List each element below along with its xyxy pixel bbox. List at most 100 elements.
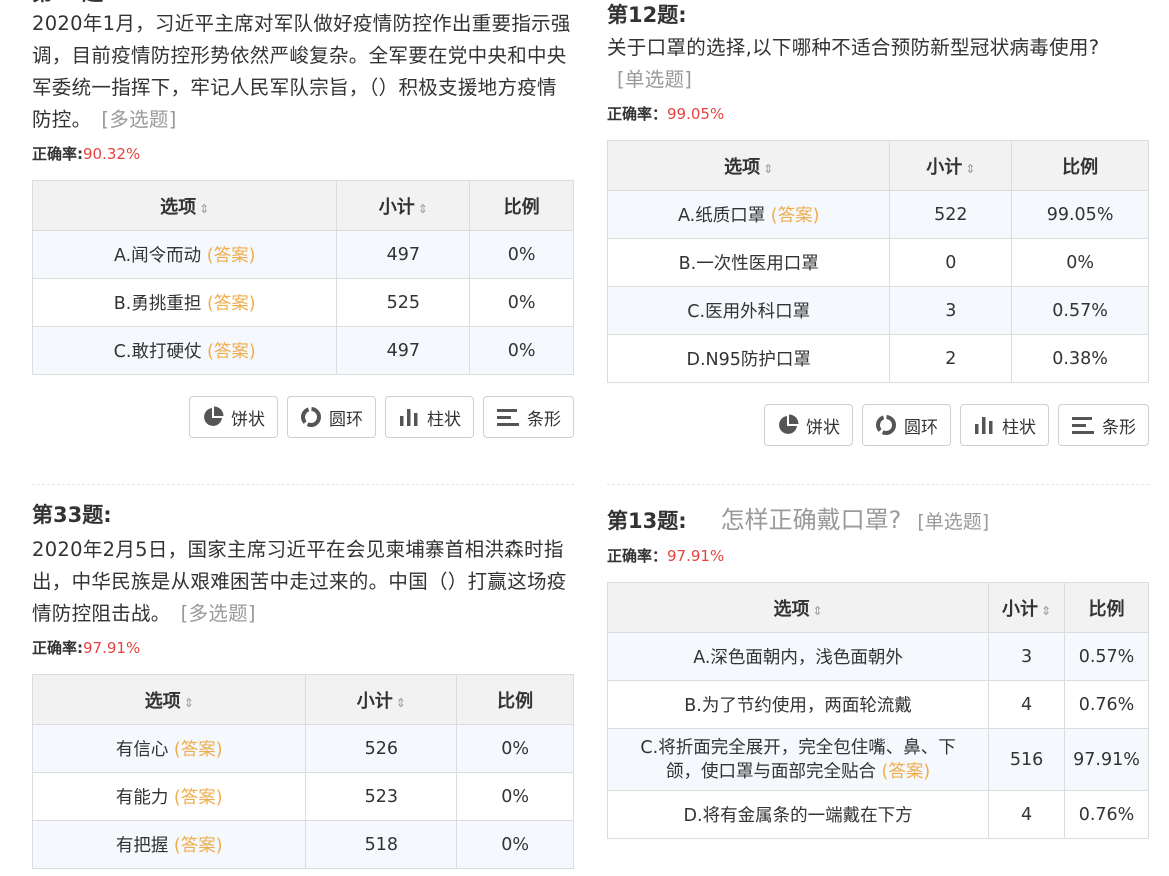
ratio-cell: 0% [1011,238,1149,287]
question-type-tag: [单选题] [917,511,990,533]
col-count-header[interactable]: 小计 ⇕ [305,674,458,725]
table-header: 选项 ⇕ 小计 ⇕ 比例 [32,180,574,231]
ratio-cell: 0% [469,326,574,375]
question-heading: 第13题: [607,509,687,533]
col-count-header[interactable]: 小计 ⇕ [336,180,471,231]
column-chart-button[interactable]: 柱状 [385,396,474,438]
bar-chart-icon [497,409,519,426]
count-cell: 525 [336,278,471,327]
table-header: 选项 ⇕ 小计 ⇕ 比例 [607,582,1149,633]
sort-icon[interactable]: ⇕ [184,696,194,710]
col-count-header[interactable]: 小计 ⇕ [889,140,1013,191]
ratio-cell: 0% [456,820,574,869]
col-option-header[interactable]: 选项 ⇕ [607,582,990,633]
ratio-cell: 99.05% [1011,190,1149,239]
question-type-tag: [多选题] [101,108,177,131]
question-heading: 第11题: [32,0,574,8]
count-cell: 526 [305,724,458,773]
answer-marker: (答案) [206,294,256,314]
donut-chart-icon [301,407,321,427]
table-row: A.闻令而动 (答案) 497 0% [32,230,574,279]
answer-marker: (答案) [173,836,223,856]
question-type-tag: [多选题] [180,602,256,625]
pie-chart-icon [779,414,799,434]
accuracy-rate: 正确率:97.91% [32,639,141,657]
count-cell: 516 [988,728,1066,791]
col-count-header[interactable]: 小计 ⇕ [988,582,1066,633]
option-cell: D.N95防护口罩 [607,334,891,383]
option-cell: 有能力 (答案) [32,772,307,821]
col-option-header[interactable]: 选项 ⇕ [32,180,338,231]
sort-icon[interactable]: ⇕ [965,162,975,176]
question-text: 怎样正确戴口罩? [720,506,902,534]
sort-icon[interactable]: ⇕ [1041,604,1051,618]
count-cell: 4 [988,680,1066,729]
option-cell: C.敢打硬仗 (答案) [32,326,338,375]
answer-marker: (答案) [770,206,820,226]
table-row: 有能力 (答案) 523 0% [32,772,574,821]
answer-marker: (答案) [173,788,223,808]
sort-icon[interactable]: ⇕ [813,604,823,618]
column-chart-button[interactable]: 柱状 [960,404,1049,446]
table-row: A.深色面朝内，浅色面朝外 3 0.57% [607,632,1149,681]
pie-chart-button[interactable]: 饼状 [189,396,278,438]
question-text: 2020年2月5日，国家主席习近平在会见柬埔寨首相洪森时指出，中华民族是从艰难困… [32,538,567,625]
accuracy-rate: 正确率：99.05% [607,105,725,123]
ratio-cell: 0% [469,278,574,327]
option-cell: A.纸质口罩 (答案) [607,190,891,239]
ratio-cell: 0% [456,724,574,773]
table-row: C.医用外科口罩 3 0.57% [607,286,1149,335]
count-cell: 497 [336,230,471,279]
chart-type-buttons: 饼状 圆环 柱状 条形 [607,404,1149,446]
table-row: A.纸质口罩 (答案) 522 99.05% [607,190,1149,239]
bar-chart-button[interactable]: 条形 [483,396,574,438]
bar-chart-button[interactable]: 条形 [1058,404,1149,446]
option-cell: 有把握 (答案) [32,820,307,869]
question-33-panel: 第33题: 2020年2月5日，国家主席习近平在会见柬埔寨首相洪森时指出，中华民… [32,500,574,869]
table-row: D.将有金属条的一端戴在下方 4 0.76% [607,790,1149,839]
ratio-cell: 0.57% [1064,632,1149,681]
ratio-cell: 0.57% [1011,286,1149,335]
question-heading-row: 第13题: 怎样正确戴口罩? [单选题] [607,500,1149,536]
sort-icon[interactable]: ⇕ [418,202,428,216]
pie-chart-button[interactable]: 饼状 [764,404,853,446]
option-cell: B.为了节约使用，两面轮流戴 [607,680,990,729]
question-heading: 第33题: [32,503,112,527]
option-cell: 有信心 (答案) [32,724,307,773]
donut-chart-button[interactable]: 圆环 [862,404,951,446]
chart-type-buttons: 饼状 圆环 柱状 条形 [32,396,574,438]
col-ratio-header: 比例 [1064,582,1149,633]
donut-chart-button[interactable]: 圆环 [287,396,376,438]
sort-icon[interactable]: ⇕ [396,696,406,710]
col-option-header[interactable]: 选项 ⇕ [32,674,307,725]
answer-marker: (答案) [881,761,931,782]
table-row: 有信心 (答案) 526 0% [32,724,574,773]
question-type-tag: [单选题] [617,68,693,91]
option-cell: C.医用外科口罩 [607,286,891,335]
question-12-panel: 第12题: 关于口罩的选择,以下哪种不适合预防新型冠状病毒使用? [单选题] 正确… [607,0,1149,446]
sort-icon[interactable]: ⇕ [199,202,209,216]
question-13-panel: 第13题: 怎样正确戴口罩? [单选题] 正确率：97.91% 选项 ⇕ 小计 ⇕ … [607,500,1149,839]
answer-marker: (答案) [207,342,256,362]
ratio-cell: 0.38% [1011,334,1149,383]
count-cell: 497 [336,326,471,375]
option-cell: C.将折面完全展开，完全包住嘴、鼻、下 颌，使口罩与面部完全贴合 (答案) [607,728,990,791]
count-cell: 518 [305,820,458,869]
options-table: 选项 ⇕ 小计 ⇕ 比例 A.闻令而动 (答案) 497 0% B.勇挑重担 (答案… [32,180,574,375]
table-row: B.勇挑重担 (答案) 525 0% [32,278,574,327]
option-cell: B.勇挑重担 (答案) [32,278,338,327]
table-header: 选项 ⇕ 小计 ⇕ 比例 [607,140,1149,191]
col-ratio-header: 比例 [469,180,574,231]
options-table: 选项 ⇕ 小计 ⇕ 比例 有信心 (答案) 526 0% 有能力 (答案) 523 … [32,674,574,869]
bar-chart-icon [1072,417,1094,434]
count-cell: 522 [889,190,1013,239]
column-chart-icon [975,417,993,434]
accuracy-rate: 正确率：97.91% [607,547,725,565]
pie-chart-icon [204,406,224,426]
col-option-header[interactable]: 选项 ⇕ [607,140,891,191]
sort-icon[interactable]: ⇕ [763,162,773,176]
count-cell: 0 [889,238,1013,287]
count-cell: 3 [988,632,1066,681]
count-cell: 3 [889,286,1013,335]
option-cell: A.深色面朝内，浅色面朝外 [607,632,990,681]
